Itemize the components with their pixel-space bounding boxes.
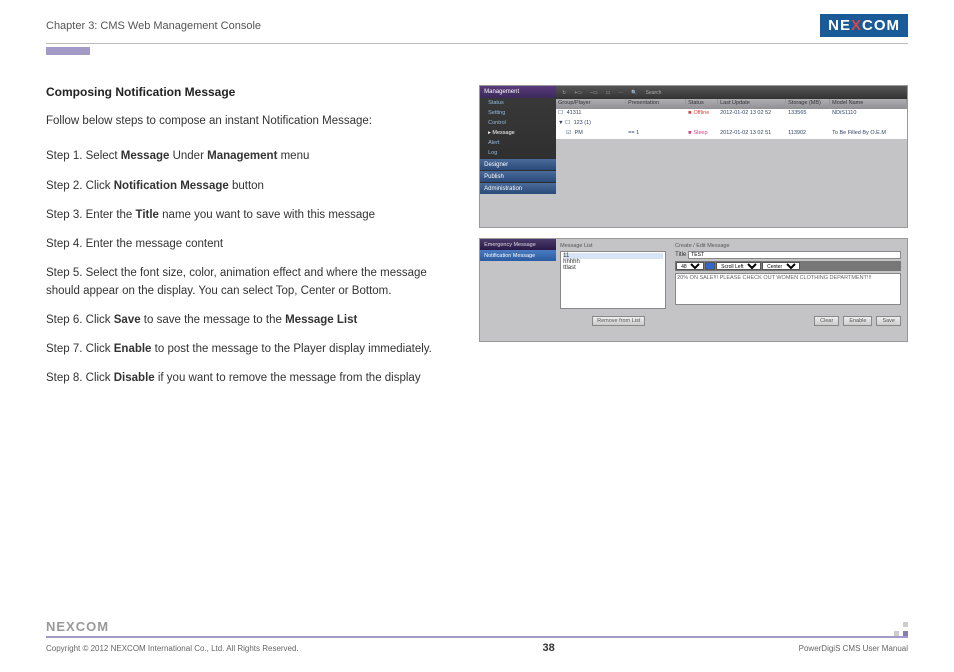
sidebar-admin[interactable]: Administration bbox=[480, 183, 556, 194]
page-number: 38 bbox=[543, 642, 555, 654]
section-heading: Composing Notification Message bbox=[46, 85, 459, 99]
sidebar-management[interactable]: Management bbox=[480, 86, 556, 98]
refresh-icon[interactable]: ↻ bbox=[562, 90, 566, 96]
step: Step 4. Enter the message content bbox=[46, 236, 459, 253]
table-row[interactable]: ☐ 41311 ■Offline 2012-01-02 13 02 52 133… bbox=[556, 109, 907, 119]
logo-top: NEXCOM bbox=[820, 14, 908, 37]
remove-from-list-button[interactable]: Remove from List bbox=[592, 316, 645, 326]
tab-notification-message[interactable]: Notification Message bbox=[480, 250, 556, 261]
position-select[interactable]: Center bbox=[762, 262, 800, 270]
corner-decoration bbox=[894, 622, 908, 636]
fontsize-select[interactable]: 48 bbox=[676, 262, 704, 270]
sidebar-sub-status[interactable]: Status bbox=[480, 98, 556, 108]
table-row[interactable]: ☑ PM == 1 ■Sleep 2012-01-02 13 02 51 113… bbox=[556, 129, 907, 139]
more-icon[interactable]: ⋯ bbox=[618, 90, 623, 96]
table-header: Group/Player Presentation Status Last Up… bbox=[556, 99, 907, 109]
message-list-label: Message List bbox=[560, 243, 666, 249]
logo-footer: NEXCOM bbox=[46, 619, 908, 634]
search-label: Search bbox=[646, 90, 662, 96]
accent-bar bbox=[46, 47, 90, 55]
manual-name: PowerDigiS CMS User Manual bbox=[799, 644, 908, 653]
enable-button[interactable]: Enable bbox=[843, 316, 872, 326]
footer-rule bbox=[46, 636, 908, 638]
color-swatch[interactable] bbox=[705, 262, 715, 270]
header-rule bbox=[46, 43, 908, 44]
table-row[interactable]: ▼ ☐ 123 (1) bbox=[556, 119, 907, 129]
app-screenshot-message: Emergency Message Notification Message M… bbox=[479, 238, 908, 342]
sidebar-sub-control[interactable]: Control bbox=[480, 118, 556, 128]
step: Step 5. Select the font size, color, ani… bbox=[46, 265, 459, 300]
message-list-box[interactable]: 11 hhhhh ttlast bbox=[560, 251, 666, 309]
step: Step 7. Click Enable to post the message… bbox=[46, 341, 459, 358]
step: Step 2. Click Notification Message butto… bbox=[46, 178, 459, 195]
add-icon[interactable]: +▭ bbox=[574, 90, 582, 96]
group-icon[interactable]: ▭ bbox=[606, 90, 611, 96]
step: Step 8. Click Disable if you want to rem… bbox=[46, 370, 459, 387]
sidebar-sub-message[interactable]: ▸ Message bbox=[480, 128, 556, 138]
clear-button[interactable]: Clear bbox=[814, 316, 839, 326]
sidebar-publish[interactable]: Publish bbox=[480, 171, 556, 182]
step: Step 1. Select Message Under Management … bbox=[46, 148, 459, 165]
sidebar-sub-setting[interactable]: Setting bbox=[480, 108, 556, 118]
copyright: Copyright © 2012 NEXCOM International Co… bbox=[46, 644, 299, 653]
message-textarea[interactable]: 20% ON SALE!!! PLEASE CHECK OUT WOMEN CL… bbox=[675, 273, 901, 305]
step: Step 6. Click Save to save the message t… bbox=[46, 312, 459, 329]
sidebar-designer[interactable]: Designer bbox=[480, 159, 556, 170]
chapter-title: Chapter 3: CMS Web Management Console bbox=[46, 20, 261, 32]
del-icon[interactable]: −▭ bbox=[590, 90, 598, 96]
animation-select[interactable]: Scroll Left bbox=[716, 262, 761, 270]
sidebar-sub-alert[interactable]: Alert bbox=[480, 138, 556, 148]
section-intro: Follow below steps to compose an instant… bbox=[46, 113, 459, 130]
edit-message-label: Create / Edit Message bbox=[675, 243, 901, 249]
tab-emergency-message[interactable]: Emergency Message bbox=[480, 239, 556, 250]
search-icon[interactable]: 🔍 bbox=[631, 90, 637, 96]
title-label: Title bbox=[675, 252, 686, 258]
sidebar-sub-log[interactable]: Log bbox=[480, 148, 556, 158]
app-toolbar: ↻ +▭ −▭ ▭ ⋯ 🔍 Search bbox=[556, 86, 907, 99]
list-item[interactable]: ttlast bbox=[563, 265, 663, 271]
step: Step 3. Enter the Title name you want to… bbox=[46, 207, 459, 224]
title-input[interactable] bbox=[688, 251, 901, 259]
save-button[interactable]: Save bbox=[876, 316, 901, 326]
app-screenshot-management: Management StatusSettingControl▸ Message… bbox=[479, 85, 908, 228]
